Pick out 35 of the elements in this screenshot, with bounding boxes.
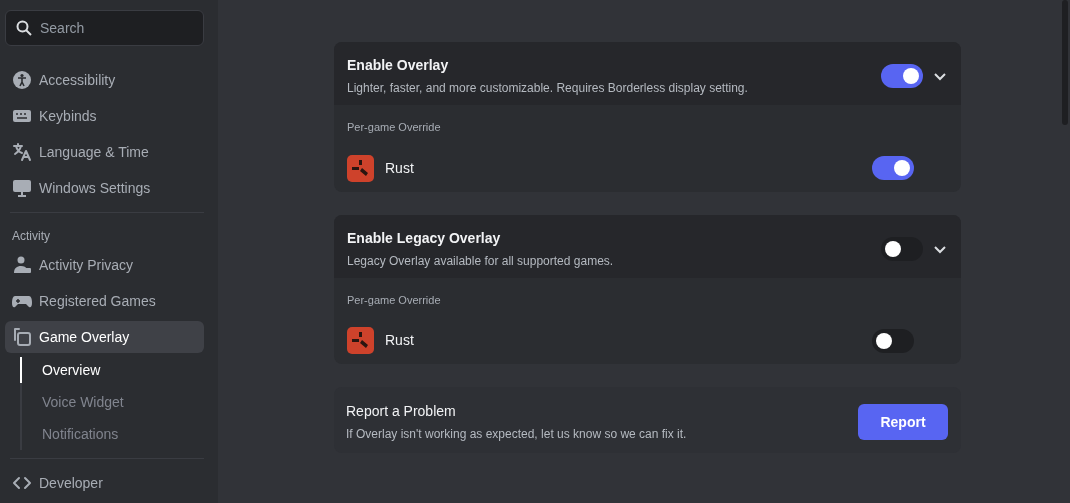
- translate-icon: [12, 142, 32, 162]
- report-description: If Overlay isn't working as expected, let us know so we can fix it.: [346, 426, 688, 443]
- sidebar-item[interactable]: Activity Privacy: [5, 249, 204, 281]
- toggle-switch[interactable]: [872, 156, 914, 180]
- game-name: Rust: [385, 158, 415, 178]
- report-title: Report a Problem: [346, 402, 457, 421]
- toggle-switch[interactable]: [881, 236, 923, 261]
- setting-description: Lighter, faster, and more customizable. Requires Borderless display setting.: [347, 80, 749, 97]
- game-name: Rust: [385, 331, 415, 350]
- override-label: Per-game Override: [346, 292, 442, 308]
- monitor-icon: [12, 178, 32, 198]
- toggle-switch[interactable]: [881, 64, 923, 88]
- report-button[interactable]: Report: [858, 404, 948, 440]
- setting-title: Enable Overlay: [347, 56, 450, 75]
- sidebar-item[interactable]: Accessibility: [5, 64, 204, 96]
- sidebar-item[interactable]: Language & Time: [5, 136, 204, 168]
- sidebar-subitem[interactable]: Notifications: [20, 418, 204, 450]
- sidebar-item[interactable]: Game Overlay: [5, 321, 204, 353]
- game-icon: [347, 154, 374, 182]
- sidebar-item[interactable]: Keybinds: [5, 100, 204, 132]
- accessibility-icon: [12, 70, 32, 90]
- setting-description: Legacy Overlay available for all supported games.: [347, 252, 615, 270]
- setting-title: Enable Legacy Overlay: [347, 228, 502, 248]
- game-icon: [347, 327, 374, 354]
- sidebar-item[interactable]: Windows Settings: [5, 172, 204, 204]
- override-label: Per-game Override: [346, 120, 442, 135]
- person-icon: [12, 255, 32, 275]
- sidebar-item[interactable]: Registered Games: [5, 285, 204, 317]
- overlay-icon: [12, 327, 32, 347]
- toggle-switch[interactable]: [872, 328, 914, 353]
- sidebar-item[interactable]: Developer: [5, 467, 204, 499]
- sidebar-subitem[interactable]: Overview: [20, 357, 204, 383]
- sidebar-subitem[interactable]: Voice Widget: [20, 386, 204, 418]
- search-field[interactable]: Search: [5, 10, 204, 46]
- section-header: Activity: [12, 228, 51, 245]
